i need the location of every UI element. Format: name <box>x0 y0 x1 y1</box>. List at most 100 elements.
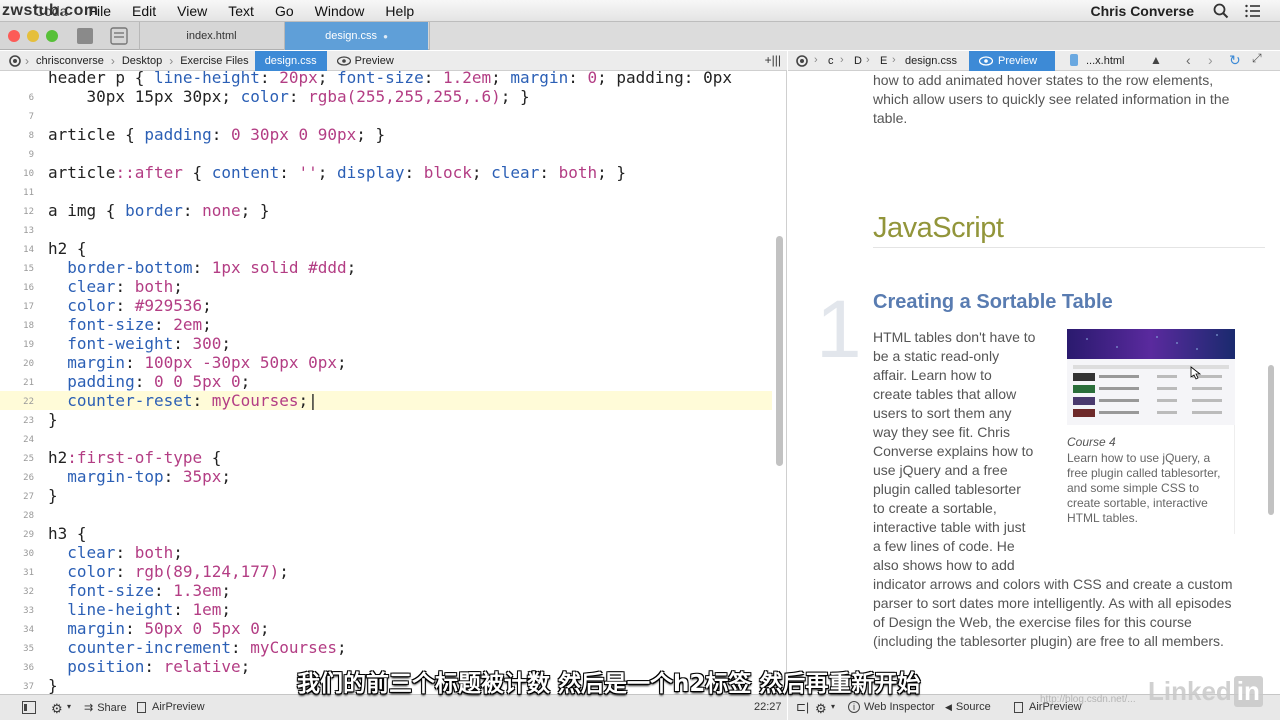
code-line[interactable]: position: relative; <box>48 657 250 676</box>
watermark: zwstub.com <box>2 2 99 19</box>
preview-scrollbar[interactable] <box>1268 365 1274 515</box>
code-line[interactable]: font-weight: 300; <box>48 334 231 353</box>
preview-active-button[interactable]: Preview <box>969 51 1055 71</box>
window-zoom-button[interactable] <box>46 30 58 42</box>
course-description-line: to create a sortable, <box>873 500 997 516</box>
code-line[interactable]: color: #929536; <box>48 296 212 315</box>
menu-help[interactable]: Help <box>385 3 414 19</box>
window-close-button[interactable] <box>8 30 20 42</box>
menu-view[interactable]: View <box>177 3 207 19</box>
code-line[interactable]: clear: both; <box>48 277 183 296</box>
code-line[interactable]: h3 { <box>48 524 87 543</box>
line-number: 16 <box>23 283 34 293</box>
code-line[interactable]: } <box>48 410 58 429</box>
back-icon[interactable]: ‹ <box>1186 52 1191 68</box>
preview-crumb-d[interactable]: D <box>854 55 862 67</box>
sites-icon[interactable] <box>76 27 94 45</box>
code-line[interactable]: font-size: 2em; <box>48 315 212 334</box>
web-inspector-button[interactable]: i Web Inspector <box>848 701 935 713</box>
sidebar-toggle-icon[interactable] <box>110 27 128 45</box>
code-line[interactable]: } <box>48 486 58 505</box>
line-number: 10 <box>23 169 34 179</box>
line-number: 37 <box>23 682 34 692</box>
line-number: 7 <box>28 112 34 122</box>
course-description-line: parser to sort dates more intelligently.… <box>873 595 1232 611</box>
notification-list-icon[interactable] <box>1244 2 1262 20</box>
sidebar-icon[interactable] <box>22 701 36 714</box>
code-line[interactable]: color: rgb(89,124,177); <box>48 562 289 581</box>
share-button[interactable]: ⇉ Share <box>84 701 127 715</box>
menu-go[interactable]: Go <box>275 3 294 19</box>
gear-icon[interactable]: ⚙ <box>815 701 827 717</box>
refresh-icon[interactable]: ↻ <box>1229 52 1241 69</box>
intro-line: how to add animated hover states to the … <box>873 72 1214 88</box>
tab-design-css[interactable]: design.css ● <box>284 22 428 50</box>
window-minimize-button[interactable] <box>27 30 39 42</box>
video-subtitle: 我们的前三个标题被计数 然后是一个h2标签 然后再重新开始 <box>297 671 921 697</box>
course-description-line: HTML tables don't have to <box>873 329 1036 345</box>
menu-edit[interactable]: Edit <box>132 3 156 19</box>
code-line[interactable]: font-size: 1.3em; <box>48 581 231 600</box>
split-view-icon[interactable]: +||| <box>765 53 781 67</box>
code-line[interactable]: line-height: 1em; <box>48 600 231 619</box>
preview-toolbar: › c › D › E › design.css Preview ...x.ht… <box>788 51 1280 71</box>
code-line[interactable]: header p { line-height: 20px; font-size:… <box>48 71 732 87</box>
code-line[interactable]: counter-reset: myCourses;| <box>48 391 317 410</box>
source-button[interactable]: ◀ Source <box>945 701 991 713</box>
course-description-line: users to sort them any <box>873 405 1012 421</box>
code-editor[interactable]: header p { line-height: 20px; font-size:… <box>0 71 787 694</box>
menu-window[interactable]: Window <box>315 3 365 19</box>
code-line[interactable]: h2:first-of-type { <box>48 448 221 467</box>
share-icon: ⇉ <box>84 702 94 714</box>
code-line[interactable]: margin-top: 35px; <box>48 467 231 486</box>
code-line[interactable]: 30px 15px 30px; color: rgba(255,255,255,… <box>48 87 530 106</box>
code-line[interactable]: border-bottom: 1px solid #ddd; <box>48 258 356 277</box>
course-thumbnail[interactable] <box>1067 329 1235 425</box>
breadcrumb-item-chrisconverse[interactable]: chrisconverse <box>30 51 110 71</box>
code-line[interactable]: } <box>48 676 58 694</box>
chevron-down-icon[interactable]: ▾ <box>67 702 71 711</box>
code-line[interactable]: margin: 50px 0 5px 0; <box>48 619 269 638</box>
spotlight-search-icon[interactable] <box>1212 2 1230 20</box>
preview-settings-icon[interactable] <box>795 54 809 68</box>
line-number: 28 <box>23 511 34 521</box>
breadcrumb-item-exercise-files[interactable]: Exercise Files <box>174 51 254 71</box>
code-line[interactable]: padding: 0 0 5px 0; <box>48 372 250 391</box>
airpreview-button[interactable]: AirPreview <box>137 701 205 713</box>
code-line[interactable]: h2 { <box>48 239 87 258</box>
line-number: 32 <box>23 587 34 597</box>
expand-icon[interactable]: ⤢ <box>1252 51 1262 66</box>
breadcrumb-preview-button[interactable]: Preview <box>331 51 400 71</box>
code-line[interactable]: counter-increment: myCourses; <box>48 638 346 657</box>
tab-index-html[interactable]: index.html <box>139 22 283 50</box>
device-icon <box>137 701 146 713</box>
intro-line: which allow users to quickly see related… <box>873 91 1230 107</box>
forward-icon[interactable]: › <box>1208 52 1213 68</box>
line-number: 9 <box>28 150 34 160</box>
code-line[interactable]: margin: 100px -30px 50px 0px; <box>48 353 346 372</box>
preview-crumb-design-css[interactable]: design.css <box>905 55 957 67</box>
course-figure[interactable]: Course 4 Learn how to use jQuery, a free… <box>1067 329 1235 534</box>
triangle-icon[interactable]: ▲ <box>1150 53 1162 67</box>
line-number: 31 <box>23 568 34 578</box>
line-number: 14 <box>23 245 34 255</box>
code-line[interactable]: article::after { content: ''; display: b… <box>48 163 626 182</box>
code-line[interactable]: clear: both; <box>48 543 183 562</box>
breadcrumb-item-design-css[interactable]: design.css <box>254 50 327 71</box>
code-line[interactable]: a img { border: none; } <box>48 201 270 220</box>
editor-scrollbar[interactable] <box>776 236 783 466</box>
breadcrumb-item-desktop[interactable]: Desktop <box>116 51 168 71</box>
preview-file-index[interactable]: ...x.html <box>1086 55 1125 67</box>
menu-text[interactable]: Text <box>228 3 254 19</box>
preview-crumb-e[interactable]: E <box>880 55 887 67</box>
preview-crumb-c[interactable]: c <box>828 55 834 67</box>
user-name[interactable]: Chris Converse <box>1091 3 1194 19</box>
course-description-line: also shows how to add <box>873 557 1015 573</box>
path-settings-icon[interactable] <box>8 54 22 68</box>
chevron-down-icon[interactable]: ▾ <box>831 702 835 711</box>
gear-icon[interactable]: ⚙ <box>51 701 63 717</box>
split-view-icon[interactable]: ⊏| <box>796 700 809 714</box>
course-number: 1 <box>816 284 862 375</box>
code-line[interactable]: article { padding: 0 30px 0 90px; } <box>48 125 385 144</box>
course-title: Creating a Sortable Table <box>873 291 1113 313</box>
